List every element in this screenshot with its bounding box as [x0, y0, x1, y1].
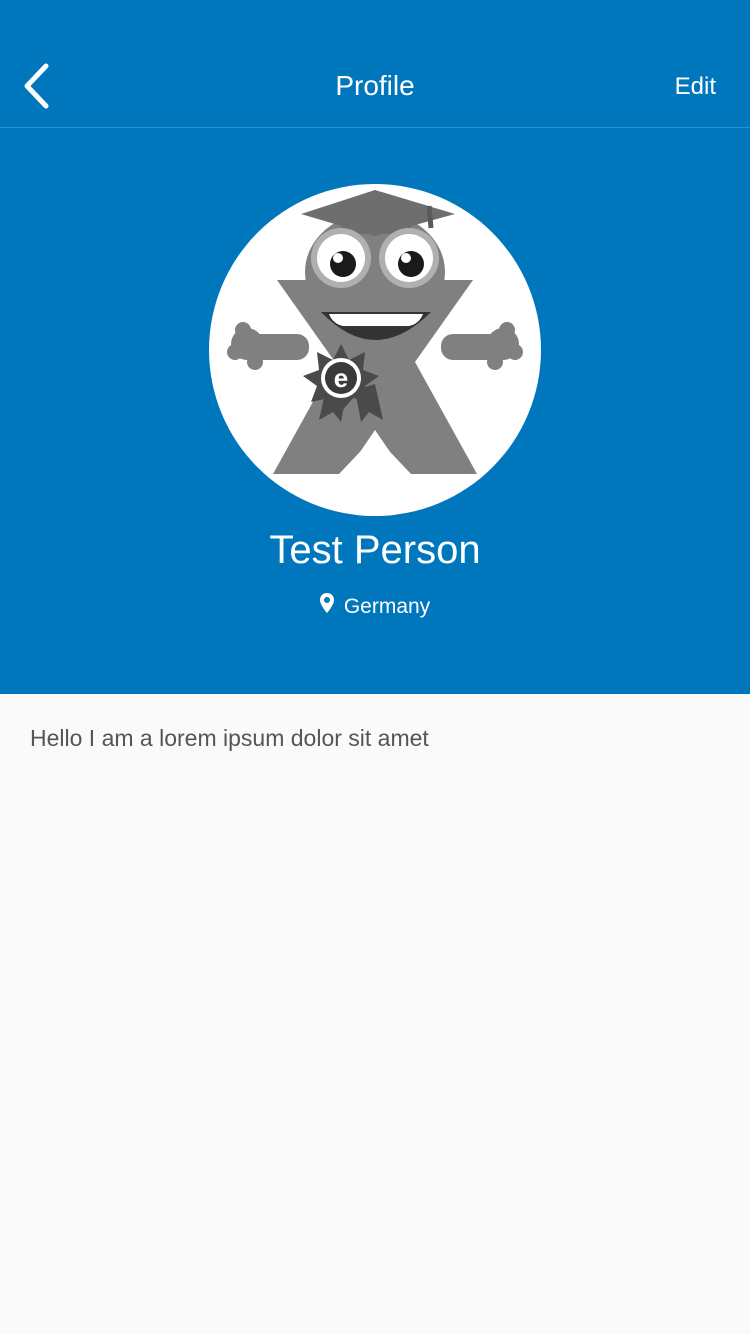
profile-name: Test Person [269, 528, 481, 572]
map-pin-icon [319, 593, 334, 613]
profile-bio: Hello I am a lorem ipsum dolor sit amet [30, 725, 429, 751]
location-label: Germany [343, 595, 431, 618]
profile-screen: Profile Edit e Test Person Germany Hello… [0, 0, 750, 1334]
page-title: Profile [335, 70, 415, 101]
avatar[interactable]: e [209, 184, 541, 516]
profile-header: e Test Person Germany [0, 128, 750, 694]
mascot-avatar-image: e [227, 190, 523, 516]
navigation-bar: Profile Edit [0, 0, 750, 128]
edit-button[interactable]: Edit [675, 70, 716, 104]
profile-location: Germany [0, 592, 750, 622]
badge-letter: e [334, 363, 348, 393]
